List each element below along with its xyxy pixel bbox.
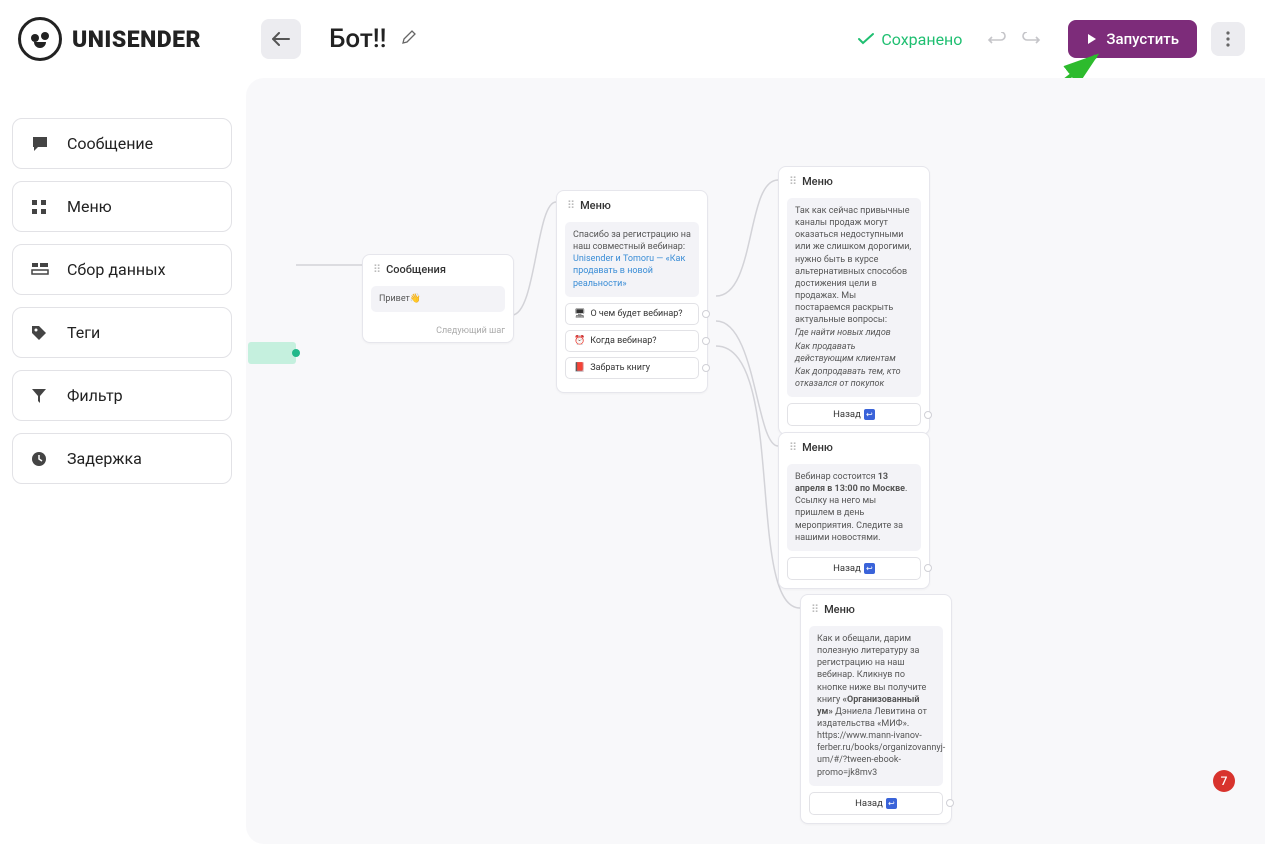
menu-option-webinar-about[interactable]: 🖥 О чем будет вебинар?	[565, 303, 699, 325]
arrow-left-icon	[272, 32, 290, 46]
sidebar-item-message[interactable]: Сообщение	[12, 118, 232, 169]
back-arrow-icon: ↩	[864, 409, 875, 420]
pencil-icon	[401, 29, 417, 45]
form-icon	[31, 262, 51, 278]
next-step-label: Следующий шаг	[363, 326, 513, 342]
bullet: Как продавать действующим клиентам	[795, 341, 913, 365]
intro-text: Так как сейчас привычные каналы продаж м…	[795, 206, 911, 325]
back-button[interactable]	[261, 19, 301, 59]
node-title: Меню	[824, 603, 855, 616]
text-pre: Вебинар состоится	[795, 472, 878, 482]
menu-text: Как и обещали, дарим полезную литературу…	[809, 626, 943, 786]
menu-link: Unisender и Tomoru — «Как продавать в но…	[573, 254, 685, 288]
start-node[interactable]	[248, 342, 296, 364]
edit-title-button[interactable]	[401, 29, 417, 49]
launch-label: Запустить	[1106, 30, 1179, 48]
option-label: Когда вебинар?	[590, 336, 656, 346]
drag-handle-icon[interactable]: ⠿	[373, 263, 380, 276]
node-menu-book[interactable]: ⠿ Меню Как и обещали, дарим полезную лит…	[800, 594, 952, 824]
sidebar-item-label: Сообщение	[67, 134, 153, 153]
sidebar-item-filter[interactable]: Фильтр	[12, 370, 232, 421]
back-option[interactable]: Назад↩	[787, 403, 921, 426]
bot-title: Бот!!	[329, 24, 386, 54]
output-port[interactable]	[702, 310, 710, 318]
saved-indicator: Сохранено	[857, 30, 962, 49]
output-port[interactable]	[702, 364, 710, 372]
output-port[interactable]	[924, 411, 932, 419]
bullet: Как допродавать тем, кто отказался от по…	[795, 366, 913, 390]
node-menu-main[interactable]: ⠿ Меню Спасибо за регистрацию на наш сов…	[556, 190, 708, 393]
menu-text: Так как сейчас привычные каналы продаж м…	[787, 198, 921, 397]
output-port[interactable]	[946, 799, 954, 807]
alarm-icon: ⏰	[574, 336, 585, 346]
undo-button[interactable]	[980, 22, 1014, 56]
brand-name: UNISENDER	[72, 26, 201, 53]
sidebar-item-tags[interactable]: Теги	[12, 307, 232, 358]
bullet: Где найти новых лидов	[795, 327, 913, 339]
node-menu-about[interactable]: ⠿ Меню Так как сейчас привычные каналы п…	[778, 166, 930, 435]
sidebar-item-label: Теги	[67, 323, 100, 342]
saved-label: Сохранено	[881, 30, 962, 49]
back-label: Назад	[855, 798, 883, 809]
sidebar-item-delay[interactable]: Задержка	[12, 433, 232, 484]
redo-button[interactable]	[1014, 22, 1048, 56]
back-option[interactable]: Назад↩	[809, 792, 943, 815]
more-button[interactable]	[1211, 22, 1245, 56]
start-port[interactable]	[292, 349, 300, 357]
play-icon	[1086, 33, 1098, 45]
topbar: UNISENDER Бот!! Сохранено Запустить	[0, 0, 1265, 78]
undo-icon	[987, 32, 1007, 46]
logo-icon	[18, 17, 62, 61]
redo-icon	[1021, 32, 1041, 46]
node-title: Меню	[802, 175, 833, 188]
chat-icon	[31, 135, 51, 153]
back-label: Назад	[833, 563, 861, 574]
tag-icon	[31, 325, 51, 341]
sidebar-item-label: Меню	[67, 197, 112, 216]
menu-text-part: Спасибо за регистрацию на наш совместный…	[573, 230, 691, 252]
menu-option-webinar-when[interactable]: ⏰ Когда вебинар?	[565, 330, 699, 352]
sidebar: Сообщение Меню Сбор данных Теги Фильтр З…	[0, 78, 246, 844]
node-title: Меню	[580, 199, 611, 212]
clock-icon	[31, 451, 51, 467]
notification-badge[interactable]: 7	[1213, 770, 1235, 792]
output-port[interactable]	[702, 337, 710, 345]
back-label: Назад	[833, 409, 861, 420]
launch-button[interactable]: Запустить	[1068, 20, 1197, 58]
book-icon: 📕	[574, 363, 585, 373]
back-arrow-icon: ↩	[886, 798, 897, 809]
connection-wires	[246, 78, 1265, 844]
node-menu-when[interactable]: ⠿ Меню Вебинар состоится 13 апреля в 13:…	[778, 432, 930, 589]
sidebar-item-label: Сбор данных	[67, 260, 166, 279]
menu-text: Спасибо за регистрацию на наш совместный…	[565, 222, 699, 297]
option-label: О чем будет вебинар?	[590, 309, 682, 319]
node-messages[interactable]: ⠿ Сообщения Привет👋 Следующий шаг	[362, 254, 514, 343]
drag-handle-icon[interactable]: ⠿	[789, 175, 796, 188]
check-icon	[857, 32, 875, 46]
menu-text: Вебинар состоится 13 апреля в 13:00 по М…	[787, 464, 921, 551]
option-label: Забрать книгу	[590, 363, 650, 373]
menu-option-book[interactable]: 📕 Забрать книгу	[565, 357, 699, 379]
sidebar-item-menu[interactable]: Меню	[12, 181, 232, 232]
drag-handle-icon[interactable]: ⠿	[811, 603, 818, 616]
node-title: Сообщения	[386, 263, 446, 276]
canvas[interactable]: ⠿ Сообщения Привет👋 Следующий шаг ⠿ Меню…	[246, 78, 1265, 844]
filter-icon	[31, 388, 51, 404]
text-post: Дэниела Левитина от издательства «МИФ». …	[817, 707, 945, 778]
monitor-icon: 🖥	[574, 309, 585, 319]
back-arrow-icon: ↩	[864, 563, 875, 574]
sidebar-item-label: Задержка	[67, 449, 142, 468]
message-bubble: Привет👋	[371, 286, 505, 312]
output-port[interactable]	[924, 564, 932, 572]
logo: UNISENDER	[18, 17, 201, 61]
drag-handle-icon[interactable]: ⠿	[789, 441, 796, 454]
node-title: Меню	[802, 441, 833, 454]
grid-icon	[31, 199, 51, 215]
back-option[interactable]: Назад↩	[787, 557, 921, 580]
drag-handle-icon[interactable]: ⠿	[567, 199, 574, 212]
sidebar-item-label: Фильтр	[67, 386, 123, 405]
dots-vertical-icon	[1226, 31, 1230, 47]
sidebar-item-data[interactable]: Сбор данных	[12, 244, 232, 295]
